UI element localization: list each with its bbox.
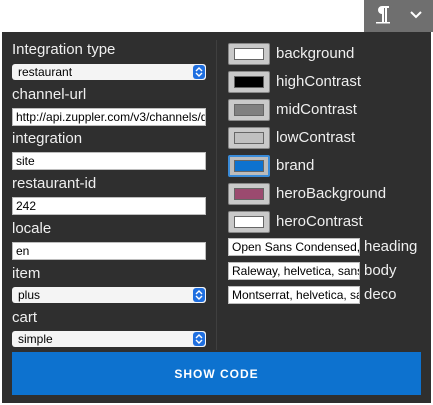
restaurant-id-input[interactable]: 242 xyxy=(12,197,206,215)
item-select[interactable]: plus xyxy=(12,287,206,303)
color-swatch-brand[interactable] xyxy=(228,155,270,177)
integration-type-select[interactable]: restaurant xyxy=(12,64,206,80)
color-swatch-background[interactable] xyxy=(228,43,270,65)
color-swatch-herocontrast[interactable] xyxy=(228,211,270,233)
locale-label: locale xyxy=(12,220,52,237)
integration-type-value: restaurant xyxy=(18,65,73,79)
heading-font-input[interactable]: Open Sans Condensed, xyxy=(228,238,360,256)
color-fill xyxy=(234,48,264,60)
color-label-herocontrast: heroContrast xyxy=(276,213,363,230)
integration-type-label: Integration type xyxy=(12,41,116,58)
pilcrow-icon xyxy=(375,4,391,29)
color-fill xyxy=(234,160,264,172)
cart-value: simple xyxy=(18,332,53,346)
color-label-midcontrast: midContrast xyxy=(276,101,357,118)
color-fill xyxy=(234,76,264,88)
heading-font-label: heading xyxy=(364,238,418,255)
color-label-highcontrast: highContrast xyxy=(276,73,362,90)
deco-font-input[interactable]: Montserrat, helvetica, sa xyxy=(228,286,360,304)
channel-url-input[interactable]: http://api.zuppler.com/v3/channels/d xyxy=(12,108,206,126)
color-label-herobackground: heroBackground xyxy=(276,185,387,202)
deco-font-label: deco xyxy=(364,286,397,303)
integration-input[interactable]: site xyxy=(12,152,206,170)
chevron-down-icon xyxy=(409,7,423,25)
color-fill xyxy=(234,216,264,228)
color-fill xyxy=(234,188,264,200)
toolbar xyxy=(364,0,433,32)
color-fill xyxy=(234,132,264,144)
select-arrows-icon xyxy=(193,65,205,79)
cart-select[interactable]: simple xyxy=(12,331,206,347)
color-swatch-midcontrast[interactable] xyxy=(228,99,270,121)
restaurant-id-label: restaurant-id xyxy=(12,175,97,192)
item-label: item xyxy=(12,265,41,282)
color-swatch-highcontrast[interactable] xyxy=(228,71,270,93)
select-arrows-icon xyxy=(193,288,205,302)
channel-url-label: channel-url xyxy=(12,86,87,103)
body-font-input[interactable]: Raleway, helvetica, sans xyxy=(228,262,360,280)
integration-label: integration xyxy=(12,130,83,147)
color-fill xyxy=(234,104,264,116)
color-swatch-herobackground[interactable] xyxy=(228,183,270,205)
select-arrows-icon xyxy=(193,332,205,346)
color-label-lowcontrast: lowContrast xyxy=(276,129,356,146)
cart-label: cart xyxy=(12,309,38,326)
color-label-background: background xyxy=(276,45,355,62)
settings-panel: Integration type restaurant channel-url … xyxy=(2,32,431,403)
paragraph-toggle-button[interactable] xyxy=(367,0,399,32)
color-label-brand: brand xyxy=(276,157,315,174)
locale-input[interactable]: en xyxy=(12,242,206,260)
collapse-button[interactable] xyxy=(400,0,432,32)
item-value: plus xyxy=(18,288,41,302)
column-divider xyxy=(216,40,217,350)
color-swatch-lowcontrast[interactable] xyxy=(228,127,270,149)
body-font-label: body xyxy=(364,262,397,279)
show-code-button[interactable]: SHOW CODE xyxy=(12,352,421,395)
